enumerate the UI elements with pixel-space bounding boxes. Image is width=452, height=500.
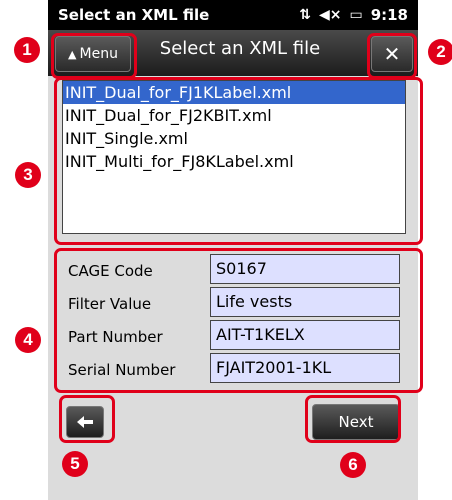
callout-highlight-back: [59, 395, 115, 443]
callout-highlight-file-list: [54, 77, 423, 245]
callout-badge-5: 5: [62, 451, 88, 477]
status-title: Select an XML file: [58, 6, 210, 24]
callout-badge-6: 6: [340, 452, 366, 478]
connectivity-icon: ⇅: [299, 7, 311, 23]
battery-charging-icon: ▭: [349, 7, 363, 23]
volume-mute-icon: ◀×: [318, 7, 342, 23]
callout-badge-4: 4: [15, 327, 41, 353]
callout-badge-1: 1: [14, 37, 40, 63]
callout-highlight-menu: [51, 33, 137, 79]
status-bar: Select an XML file ⇅ ◀× ▭ 9:18: [48, 0, 418, 30]
callout-highlight-close: [367, 33, 417, 79]
status-icons: ⇅ ◀× ▭ 9:18: [299, 6, 408, 24]
callout-highlight-next: [305, 395, 401, 443]
callout-badge-3: 3: [15, 162, 41, 188]
callout-highlight-fields: [54, 248, 423, 393]
callout-badge-2: 2: [428, 39, 452, 65]
page-title: Select an XML file: [159, 38, 321, 59]
status-time: 9:18: [370, 6, 408, 24]
